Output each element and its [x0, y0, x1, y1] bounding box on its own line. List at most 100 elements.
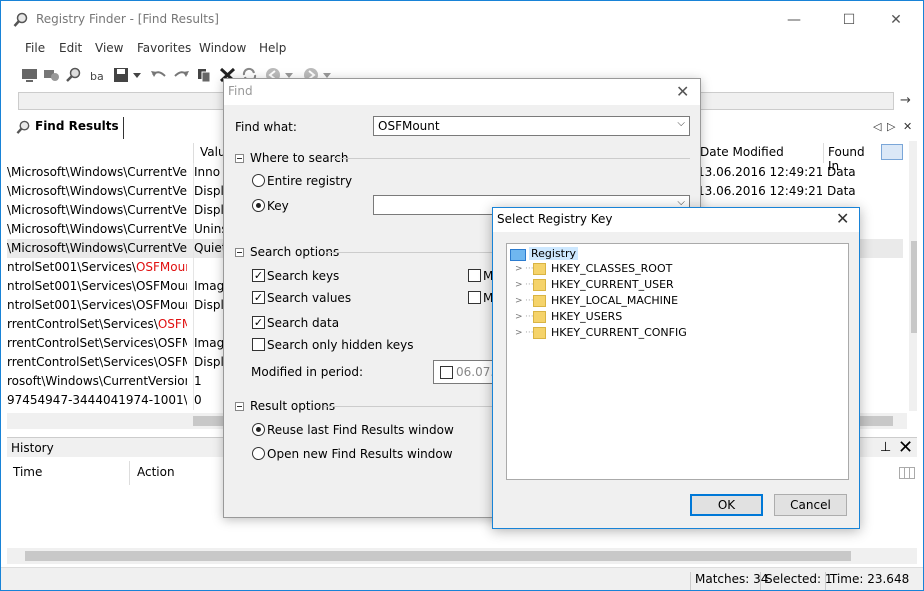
column-header-date-modified[interactable]: Date Modified [695, 143, 823, 163]
expand-chevron-icon[interactable]: > [515, 296, 523, 306]
tree-node-hive[interactable]: > ··· HKEY_LOCAL_MACHINE [507, 294, 707, 310]
hive-label[interactable]: HKEY_LOCAL_MACHINE [551, 294, 678, 307]
find-what-input[interactable]: OSFMount ⌵ [373, 116, 690, 136]
key-radio[interactable] [252, 199, 265, 212]
cancel-button[interactable]: Cancel [774, 494, 847, 516]
minimize-button[interactable]: — [783, 9, 805, 31]
cell-key: \Microsoft\Windows\CurrentVer... [7, 239, 187, 258]
chevron-down-icon[interactable]: ⌵ [677, 118, 685, 129]
tree-root-label[interactable]: Registry [529, 247, 579, 260]
cell-date: 13.06.2016 12:49:21 [697, 184, 822, 198]
dropdown-icon[interactable] [132, 67, 142, 83]
scrollbar-thumb[interactable] [911, 241, 917, 333]
tree-node-hive[interactable]: > ··· HKEY_USERS [507, 310, 707, 326]
search-values-label[interactable]: Search values [267, 291, 351, 305]
collapse-icon[interactable] [235, 154, 244, 163]
hive-label[interactable]: HKEY_CURRENT_CONFIG [551, 326, 687, 339]
search-hidden-checkbox[interactable] [252, 338, 265, 351]
key-text: ntrolSet001\Services\OSFMount [7, 298, 187, 312]
search-options-section[interactable]: Search options [235, 245, 339, 259]
key-label[interactable]: Key [267, 199, 289, 213]
find-icon[interactable] [65, 67, 82, 83]
column-header-action[interactable]: Action [129, 461, 182, 485]
search-keys-checkbox[interactable]: ✓ [252, 269, 265, 282]
folder-icon [533, 311, 546, 323]
reuse-window-label[interactable]: Reuse last Find Results window [267, 423, 454, 437]
undo-icon[interactable] [150, 67, 167, 83]
connect-icon[interactable] [43, 67, 60, 83]
entire-registry-label[interactable]: Entire registry [267, 174, 352, 188]
column-chooser-icon[interactable] [881, 144, 903, 160]
search-values-checkbox[interactable]: ✓ [252, 291, 265, 304]
tab-close-icon[interactable]: ✕ [903, 120, 912, 133]
search-data-label[interactable]: Search data [267, 316, 339, 330]
hive-label[interactable]: HKEY_USERS [551, 310, 622, 323]
tree-node-hive[interactable]: > ··· HKEY_CLASSES_ROOT [507, 262, 707, 278]
scrollbar-thumb[interactable] [25, 551, 851, 561]
cell-found-in: Data [827, 165, 856, 179]
tree-root-registry[interactable]: Registry [507, 246, 627, 262]
computer-icon[interactable] [21, 67, 38, 83]
pin-icon[interactable]: ⊥ [880, 440, 891, 455]
expand-chevron-icon[interactable]: > [515, 280, 523, 290]
ok-button[interactable]: OK [690, 494, 763, 516]
entire-registry-radio[interactable] [252, 174, 265, 187]
folder-icon [533, 327, 546, 339]
collapse-icon[interactable] [235, 402, 244, 411]
status-time: Time: 23.648 [825, 572, 913, 590]
close-button[interactable]: ✕ [885, 9, 907, 31]
search-hidden-label[interactable]: Search only hidden keys [267, 338, 413, 352]
reuse-window-radio[interactable] [252, 423, 265, 436]
where-to-search-section[interactable]: Where to search [235, 151, 348, 165]
copy-icon[interactable] [196, 67, 213, 83]
maximize-button[interactable]: ☐ [838, 9, 860, 31]
hive-label[interactable]: HKEY_CURRENT_USER [551, 278, 674, 291]
column-header-time[interactable]: Time [13, 465, 42, 479]
regkey-dialog-close-button[interactable]: ✕ [836, 209, 849, 228]
match-option-2-checkbox[interactable] [468, 291, 481, 304]
close-icon[interactable]: ✕ [898, 437, 913, 458]
menu-file[interactable]: File [25, 41, 45, 55]
redo-icon[interactable] [173, 67, 190, 83]
result-options-section[interactable]: Result options [235, 399, 335, 413]
results-vertical-scrollbar[interactable] [909, 141, 917, 411]
menu-help[interactable]: Help [259, 41, 286, 55]
column-chooser-icon[interactable] [899, 467, 915, 479]
go-arrow-icon[interactable]: → [900, 93, 911, 108]
modified-date-checkbox[interactable] [440, 366, 453, 379]
tree-node-hive[interactable]: > ··· HKEY_CURRENT_CONFIG [507, 326, 707, 342]
open-new-window-label[interactable]: Open new Find Results window [267, 447, 453, 461]
menu-edit[interactable]: Edit [59, 41, 82, 55]
collapse-icon[interactable] [235, 248, 244, 257]
menu-window[interactable]: Window [199, 41, 246, 55]
column-header-found-in[interactable]: Found In [823, 143, 881, 173]
replace-icon[interactable]: ba [89, 67, 106, 83]
menu-favorites[interactable]: Favorites [137, 41, 191, 55]
cell-value: Uninst [193, 220, 227, 239]
expand-chevron-icon[interactable]: > [515, 312, 523, 322]
divider [334, 158, 690, 159]
magnifier-icon [16, 120, 30, 134]
history-horizontal-scrollbar[interactable] [7, 548, 917, 564]
tree-node-hive[interactable]: > ··· HKEY_CURRENT_USER [507, 278, 707, 294]
expand-chevron-icon[interactable]: > [515, 328, 523, 338]
match-option-1-checkbox[interactable] [468, 269, 481, 282]
search-keys-label[interactable]: Search keys [267, 269, 339, 283]
search-data-checkbox[interactable]: ✓ [252, 316, 265, 329]
cell-value: QuietU [193, 239, 227, 258]
folder-icon [533, 295, 546, 307]
key-text: \Microsoft\Windows\CurrentVer... [7, 241, 187, 255]
cell-key: ntrolSet001\Services\OSFMount [7, 296, 187, 315]
open-new-window-radio[interactable] [252, 447, 265, 460]
tab-find-results[interactable]: Find Results [13, 117, 124, 139]
menu-view[interactable]: View [95, 41, 123, 55]
hive-label[interactable]: HKEY_CLASSES_ROOT [551, 262, 672, 275]
section-title: Result options [250, 399, 336, 413]
save-icon[interactable] [113, 67, 130, 83]
cell-key: ntrolSet001\Services\OSFMount [7, 277, 187, 296]
find-dialog-close-button[interactable]: ✕ [676, 82, 689, 101]
expand-chevron-icon[interactable]: > [515, 264, 523, 274]
tab-prev-icon[interactable]: ◁ [873, 120, 881, 133]
history-title: History [11, 441, 54, 455]
tab-next-icon[interactable]: ▷ [887, 120, 895, 133]
